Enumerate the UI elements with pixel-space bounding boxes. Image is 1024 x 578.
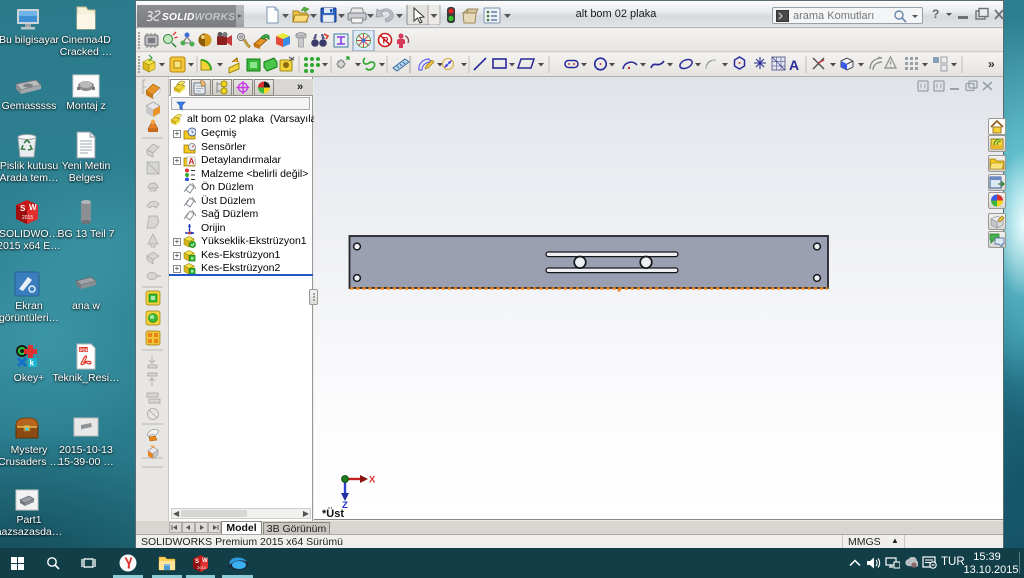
svg-text:2015: 2015 bbox=[22, 215, 33, 221]
svg-text:S: S bbox=[20, 204, 26, 213]
svg-text:k: k bbox=[30, 359, 35, 368]
svg-text:X: X bbox=[369, 475, 376, 486]
svg-text:A: A bbox=[189, 157, 195, 166]
svg-text:PDF: PDF bbox=[80, 348, 89, 353]
svg-text:A: A bbox=[789, 57, 799, 73]
svg-text:W: W bbox=[202, 558, 208, 564]
svg-text:2015: 2015 bbox=[197, 565, 207, 570]
svg-text:W: W bbox=[29, 203, 37, 212]
svg-text:SOLIDWORKS: SOLIDWORKS bbox=[162, 12, 235, 23]
svg-text:*Üst: *Üst bbox=[322, 507, 344, 520]
